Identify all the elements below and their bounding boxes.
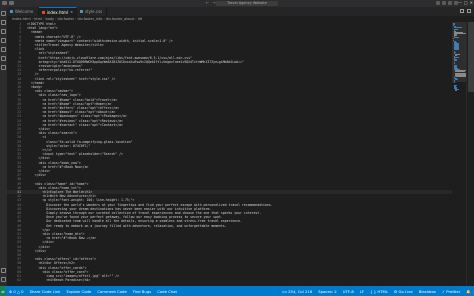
code-text[interactable]: <h4>Beach Paradise</h4> (27, 278, 90, 282)
breadcrumb-item[interactable]: html (34, 17, 42, 21)
breadcrumb-item[interactable]: body (45, 17, 54, 21)
close-tab-icon[interactable]: × (70, 10, 73, 14)
code-editor[interactable]: 1 <!DOCTYPE html> 2 <html lang="en"> 3 <head… (7, 22, 452, 286)
status-item-share-code-link[interactable]: Share Code Link (27, 289, 64, 294)
status-item-find-bugs[interactable]: Find Bugs (130, 289, 154, 294)
tab-label: style.css (85, 9, 103, 14)
account-icon[interactable] (1, 268, 6, 273)
tab-index-html[interactable]: index.html × (39, 7, 77, 16)
breadcrumb-item[interactable]: div.footer (58, 17, 75, 21)
split-editor-icon[interactable] (460, 9, 464, 13)
status-item-right[interactable]: { } HTML (367, 289, 391, 294)
breadcrumb-separator: › (43, 17, 45, 21)
code-line[interactable]: 62 <h4>Beach Paradise</h4> (7, 278, 452, 282)
css-file-icon (80, 10, 83, 13)
minimap-line (454, 57, 460, 58)
breadcrumb-item[interactable]: div.footer_about (106, 17, 134, 21)
minimap-line (453, 82, 455, 83)
toggle-panel-icon[interactable] (442, 1, 446, 5)
minimap-line (454, 90, 458, 91)
settings-gear-icon[interactable] (1, 277, 6, 282)
minimap-line (453, 28, 458, 30)
status-item-explain-code[interactable]: Explain Code (63, 289, 94, 294)
status-left: ⊗ 0 △ 0 Share Code Link Explain Code Comme… (6, 289, 180, 294)
breadcrumb-separator: › (55, 17, 57, 21)
status-right: Ln 254, Col 216 Spaces: 2 UTF-8 LF{ } HTML ⚙… (279, 289, 474, 294)
minimap-line (453, 37, 459, 38)
status-item-right[interactable]: Ln 254, Col 216 (279, 289, 315, 294)
minimap-line (454, 79, 458, 80)
breadcrumb-item[interactable]: h6 (138, 17, 142, 21)
breadcrumb-separator: › (75, 17, 77, 21)
nav-arrows: ← → (206, 1, 216, 5)
run-debug-icon[interactable] (1, 38, 6, 43)
menu-icons (2, 1, 14, 5)
breadcrumb-item[interactable]: div.footer_info (78, 17, 103, 21)
more-actions-icon[interactable] (467, 9, 471, 13)
tab-style-css[interactable]: style.css (77, 7, 107, 16)
status-item-right[interactable]: UTF-8 (340, 289, 357, 294)
breadcrumb-separator: › (31, 17, 34, 21)
layout-icons (436, 1, 458, 5)
html-file-icon (42, 10, 45, 14)
status-item-code-chat[interactable]: Code Chat (154, 289, 180, 294)
editor-scrollbar[interactable] (466, 22, 474, 286)
status-item-right[interactable]: ✓ Prettier (439, 289, 463, 294)
source-control-icon[interactable] (1, 29, 6, 34)
status-item-right[interactable]: Blackbox (416, 289, 439, 294)
minimap-line (454, 75, 466, 77)
status-item-right[interactable]: Spaces: 2 (315, 289, 339, 294)
editor-tab-bar: Welcome index.html × style.css (7, 7, 474, 16)
vscode-icon (10, 10, 13, 13)
minimap[interactable] (452, 22, 466, 286)
extensions-icon[interactable] (1, 47, 6, 52)
minimap-line (453, 62, 455, 64)
maximize-icon[interactable]: □ (464, 1, 468, 5)
blackbox-icon[interactable] (1, 65, 6, 70)
status-item-right[interactable]: ⚙ Go Live (391, 289, 416, 294)
status-bar: ⇌ ⊗ 0 △ 0 Share Code Link Explain Code Com… (0, 286, 474, 296)
problems-indicator[interactable]: ⊗ 0 △ 0 (6, 289, 27, 294)
toggle-sidebar-icon[interactable] (436, 1, 440, 5)
minimize-icon[interactable]: — (458, 1, 462, 5)
command-center-search[interactable]: Travel Agency Website (216, 1, 278, 6)
tab-welcome[interactable]: Welcome (7, 7, 39, 16)
minimap-line (453, 27, 463, 28)
status-item-right[interactable]: LF (357, 289, 367, 294)
minimap-line (454, 60, 458, 61)
menu-icon[interactable] (9, 1, 14, 5)
editor-actions (460, 9, 471, 13)
scroll-thumb[interactable] (468, 22, 474, 92)
toggle-secondary-sidebar-icon[interactable] (448, 1, 452, 5)
breadcrumb-separator: › (135, 17, 137, 21)
search-icon[interactable] (1, 20, 6, 25)
app-icon (2, 1, 7, 5)
breadcrumb-item[interactable]: index.html (12, 17, 31, 21)
title-bar: ← → Travel Agency Website — □ ✕ (0, 0, 474, 7)
tab-label: Welcome (15, 9, 34, 14)
minimap-line (453, 35, 458, 36)
remote-explorer-icon[interactable] (1, 56, 6, 61)
explorer-icon[interactable] (1, 11, 6, 16)
activity-bar (0, 7, 7, 286)
status-item-comment-code[interactable]: Comment Code (94, 289, 130, 294)
minimap-line (453, 61, 455, 63)
window-controls: — □ ✕ (458, 1, 473, 5)
line-number: 62 (17, 278, 21, 283)
minimap-line (454, 71, 465, 72)
status-item-right[interactable]: 🔔 (463, 289, 474, 294)
back-arrow-icon[interactable]: ← (206, 1, 209, 5)
breadcrumb-separator: › (103, 17, 105, 21)
tab-label: index.html (46, 9, 69, 15)
close-icon[interactable]: ✕ (470, 1, 473, 5)
